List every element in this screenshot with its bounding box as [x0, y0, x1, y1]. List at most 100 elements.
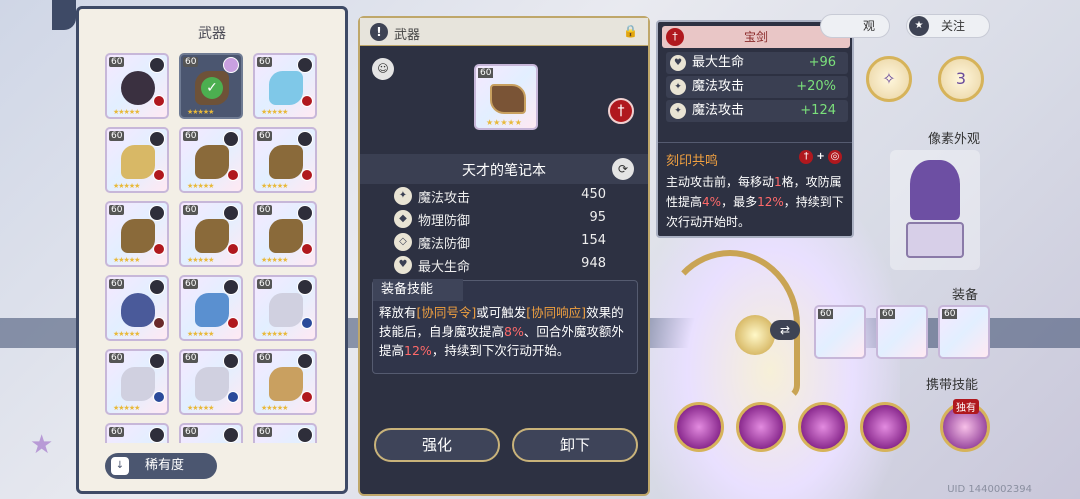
- weapon-slot[interactable]: 60 ★★★★★: [253, 275, 317, 341]
- weapon-slot[interactable]: 60 ★★★★★: [105, 349, 169, 415]
- owner-portrait-icon: [297, 279, 313, 295]
- owner-portrait-icon: [297, 57, 313, 73]
- rarity-sort-button[interactable]: ↓ 稀有度: [105, 453, 217, 479]
- weapon-slot[interactable]: 60 ★★★★★: [179, 349, 243, 415]
- bonus-title: 宝剑: [743, 30, 768, 44]
- weapon-slot[interactable]: 60 ★★★★★: [253, 349, 317, 415]
- bonus-name: 魔法攻击: [692, 103, 745, 118]
- level-badge: 60: [257, 427, 273, 437]
- rarity-stars: ★★★★★: [113, 404, 140, 412]
- exclusive-skill-slot[interactable]: 独有: [940, 399, 990, 452]
- staff-weapon-icon: [121, 145, 155, 179]
- info-icon[interactable]: !: [370, 23, 388, 41]
- spear-weapon-icon: [269, 367, 303, 401]
- level-badge: 60: [183, 279, 199, 289]
- plus-sign: +: [816, 151, 825, 162]
- rarity-stars: ★★★★★: [261, 108, 288, 116]
- enhance-button[interactable]: 强化: [374, 428, 500, 462]
- resonance-requirement: † + ◎: [799, 150, 842, 164]
- weapon-slot[interactable]: 60 ★★★★★: [105, 275, 169, 341]
- star-icon: ★: [909, 16, 929, 36]
- tab-view[interactable]: 观: [820, 14, 890, 38]
- weapon-slot[interactable]: 60: [179, 423, 243, 443]
- weapon-slot[interactable]: 60 ★★★★★: [253, 127, 317, 193]
- shield-type-icon: [301, 317, 313, 329]
- level-badge: 60: [109, 131, 125, 141]
- weapon-preview: 60 ★★★★★: [474, 64, 538, 130]
- level-badge: 60: [257, 279, 273, 289]
- skill-slot[interactable]: [798, 402, 848, 452]
- rarity-stars: ★★★★★: [187, 330, 214, 338]
- tab-view-label: 观: [862, 19, 875, 33]
- lock-icon[interactable]: 🔒: [623, 24, 638, 38]
- equip-slot-relic[interactable]: 60: [938, 305, 990, 359]
- owner-portrait-icon: [297, 205, 313, 221]
- weapon-slot[interactable]: 60 ★★★★★: [105, 53, 169, 119]
- sword-type-icon: [301, 95, 313, 107]
- weapon-slot[interactable]: 60 ★★★★★: [253, 201, 317, 267]
- owner-portrait-icon: [223, 353, 239, 369]
- equip-slot-weapon[interactable]: 60: [814, 305, 866, 359]
- level-badge: 60: [942, 309, 958, 319]
- swap-icon[interactable]: ⇄: [770, 320, 800, 340]
- unequip-button[interactable]: 卸下: [512, 428, 638, 462]
- bonus-name: 最大生命: [692, 55, 745, 70]
- pixel-pedestal: [906, 222, 964, 258]
- star-decoration-icon: ★: [30, 430, 54, 460]
- rarity-stars: ★★★★★: [187, 256, 214, 264]
- owner-portrait-icon: [223, 131, 239, 147]
- equip-slot-accessory[interactable]: 60: [876, 305, 928, 359]
- sword-type-icon: †: [666, 28, 684, 46]
- owner-portrait-icon: [149, 131, 165, 147]
- resonance-description: 主动攻击前，每移动1格，攻防属性提高4%，最多12%，持续到下次行动开始时。: [666, 175, 844, 229]
- rarity-sort-label: 稀有度: [145, 458, 185, 473]
- stat-row: ◆ 物理防御 95: [394, 209, 622, 229]
- weapon-slot[interactable]: 60: [253, 423, 317, 443]
- heart-icon: ♥: [394, 256, 412, 274]
- weapon-slot[interactable]: 60 ★★★★★: [105, 201, 169, 267]
- owner-portrait-icon: [297, 131, 313, 147]
- bonus-value: +124: [800, 103, 836, 118]
- tab-follow[interactable]: ★ 关注: [906, 14, 990, 38]
- owner-search-icon[interactable]: ☺: [372, 58, 394, 80]
- exclusive-label: 独有: [953, 399, 979, 414]
- sword-type-icon: [153, 95, 165, 107]
- pixel-avatar[interactable]: [890, 150, 980, 270]
- weapon-slot[interactable]: 60: [105, 423, 169, 443]
- sword-type-icon: †: [799, 150, 814, 164]
- weapon-slot[interactable]: 60 ★★★★★: [179, 127, 243, 193]
- weapon-slot[interactable]: 60 ★★★★★: [179, 275, 243, 341]
- stat-value: 948: [581, 256, 606, 271]
- uid-label: UID 1440002394: [947, 484, 1032, 495]
- level-badge: 60: [109, 57, 125, 67]
- weapon-slot[interactable]: 60 ★★★★★: [179, 201, 243, 267]
- skill-slot[interactable]: [860, 402, 910, 452]
- crossbow-weapon-icon: [269, 219, 303, 253]
- owner-portrait-icon: [297, 427, 313, 443]
- class-emblem-icon[interactable]: ✧: [866, 56, 912, 102]
- bonus-tooltip: † 宝剑 ♥ 最大生命 +96 ✦ 魔法攻击 +20% ✦ 魔法攻击 +124 …: [656, 20, 854, 238]
- detail-header-title: 武器: [394, 28, 421, 43]
- level-badge: 60: [183, 205, 199, 215]
- weapon-slot[interactable]: 60 ★★★★★: [253, 53, 317, 119]
- level-badge: 60: [183, 57, 199, 67]
- crystal-weapon-icon: [269, 71, 303, 105]
- rank-emblem[interactable]: 3: [938, 56, 984, 102]
- back-tab[interactable]: [52, 0, 76, 30]
- seal-type-icon: ◎: [828, 150, 842, 164]
- sword-type-icon[interactable]: †: [608, 98, 634, 124]
- skill-slot[interactable]: [674, 402, 724, 452]
- equipped-check-icon: ✓: [201, 77, 223, 99]
- skill-slot[interactable]: [736, 402, 786, 452]
- weapon-slot[interactable]: 60 ★★★★★: [105, 127, 169, 193]
- stat-row: ✦ 魔法攻击 450: [394, 186, 622, 206]
- orb-artwork: [735, 315, 775, 355]
- level-badge: 60: [880, 309, 896, 319]
- weapon-slot-selected[interactable]: 60 ✓ ★★★★★: [179, 53, 243, 119]
- refresh-icon[interactable]: ⟳: [612, 158, 634, 180]
- sword-type-icon: [227, 169, 239, 181]
- stat-row: ♥ 最大生命 948: [394, 255, 622, 275]
- pixel-character: [910, 160, 960, 220]
- level-badge: 60: [257, 57, 273, 67]
- rarity-stars: ★★★★★: [261, 330, 288, 338]
